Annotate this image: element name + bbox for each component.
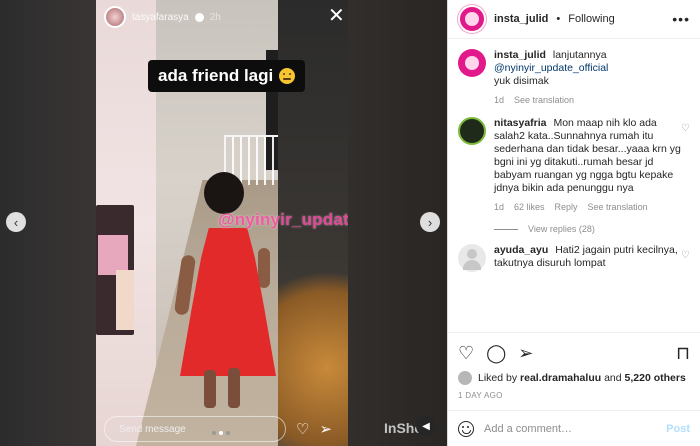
caption-text: lanjutannya — [552, 49, 607, 61]
header-separator: • — [556, 13, 561, 25]
story-caption-text: ada friend lagi — [158, 66, 274, 85]
story-footer: Send message ♡ ➢ — [104, 416, 344, 442]
verified-badge-icon — [194, 12, 204, 22]
comment-like-heart-icon[interactable]: ♡ — [681, 123, 690, 134]
caption-mention-link[interactable]: @nyinyir_update_official — [494, 62, 608, 74]
caption-avatar[interactable] — [458, 49, 486, 77]
commenter-avatar[interactable] — [458, 244, 486, 272]
caption-age: 1d — [494, 95, 505, 105]
add-comment-bar: Add a comment… Post — [448, 410, 700, 446]
like-heart-icon[interactable]: ♡ — [458, 343, 474, 364]
comment-bubble-icon[interactable]: ◯ — [486, 343, 506, 364]
comment-item: ayuda_ayu Hati2 jagain putri kecilnya, t… — [458, 244, 690, 272]
carousel-dot — [212, 431, 216, 435]
author-username[interactable]: insta_julid — [494, 13, 548, 25]
carousel-dot-active — [219, 431, 223, 435]
post-caption: insta_julid lanjutannya @nyinyir_update_… — [458, 49, 690, 107]
post-time-ago: 1 DAY AGO — [458, 391, 503, 400]
story-send-message-input[interactable]: Send message — [104, 416, 286, 442]
follow-status-button[interactable]: Following — [568, 13, 614, 25]
comment-username[interactable]: ayuda_ayu — [494, 244, 548, 256]
close-icon[interactable]: ✕ — [328, 6, 345, 26]
share-send-icon[interactable]: ➢ — [518, 343, 533, 364]
post-media: @nyinyir_update_official tasyafarasya 2h… — [0, 0, 447, 446]
story-avatar[interactable] — [104, 6, 126, 28]
sound-icon[interactable]: ◀ — [416, 416, 436, 436]
more-options-icon[interactable]: ••• — [672, 11, 690, 27]
cabinet-light-item — [116, 270, 134, 330]
carousel-dot — [226, 431, 230, 435]
author-avatar[interactable] — [458, 5, 486, 33]
story-caption: ada friend lagi — [148, 60, 306, 92]
likes-prefix: Liked by — [478, 372, 518, 384]
comment-likes[interactable]: 62 likes — [514, 201, 545, 214]
previous-arrow-icon[interactable]: ‹ — [6, 212, 26, 232]
comment-reply-button[interactable]: Reply — [555, 201, 578, 214]
commenter-avatar[interactable] — [458, 117, 486, 145]
comment-item: nitasyafria Mon maap nih klo ada salah2 … — [458, 117, 690, 214]
post-header: insta_julid • Following ••• — [448, 0, 700, 39]
bookmark-icon[interactable]: ⊓ — [676, 343, 690, 364]
cabinet-pink-item — [98, 235, 128, 275]
comment-like-heart-icon[interactable]: ♡ — [681, 250, 690, 261]
child-leg-left — [204, 370, 216, 408]
story-time: 2h — [209, 11, 221, 23]
caption-username[interactable]: insta_julid — [494, 49, 546, 61]
post-side-panel: insta_julid • Following ••• insta_julid … — [447, 0, 700, 446]
child-head — [204, 172, 244, 214]
post-actions: ♡ ◯ ➢ ⊓ Liked by real.dramahaluu and 5,2… — [448, 332, 700, 400]
likes-others-link[interactable]: 5,220 others — [625, 372, 686, 384]
view-replies-label: View replies (28) — [528, 224, 595, 234]
emoji-picker-icon[interactable] — [458, 420, 474, 437]
story-header: tasyafarasya 2h — [96, 0, 348, 34]
story-watermark: @nyinyir_update_official — [218, 210, 348, 229]
child-leg-right — [228, 368, 240, 408]
liker-avatar[interactable] — [458, 371, 472, 385]
view-replies-line — [494, 228, 518, 230]
add-comment-input[interactable]: Add a comment… — [484, 423, 656, 435]
heart-icon[interactable]: ♡ — [296, 420, 309, 438]
grimace-emoji-icon — [279, 68, 296, 84]
caption-see-translation[interactable]: See translation — [514, 94, 574, 107]
post-comment-button[interactable]: Post — [666, 423, 690, 435]
send-icon[interactable]: ➢ — [319, 420, 332, 438]
likes-middle: and — [604, 372, 622, 384]
likes-summary: Liked by real.dramahaluu and 5,220 other… — [458, 371, 690, 385]
comments-list[interactable]: insta_julid lanjutannya @nyinyir_update_… — [448, 39, 700, 332]
carousel-dots — [212, 431, 230, 435]
liker-username[interactable]: real.dramahaluu — [520, 372, 601, 384]
instagram-post-view: @nyinyir_update_official tasyafarasya 2h… — [0, 0, 700, 446]
story-username[interactable]: tasyafarasya — [132, 12, 189, 23]
caption-text-2: yuk disimak — [494, 75, 549, 87]
next-arrow-icon[interactable]: › — [420, 212, 440, 232]
child-arm-right — [258, 248, 270, 288]
comment-age: 1d — [494, 202, 505, 212]
comment-username[interactable]: nitasyafria — [494, 117, 547, 129]
comment-see-translation[interactable]: See translation — [588, 201, 648, 214]
view-replies-button[interactable]: View replies (28) — [494, 224, 690, 234]
